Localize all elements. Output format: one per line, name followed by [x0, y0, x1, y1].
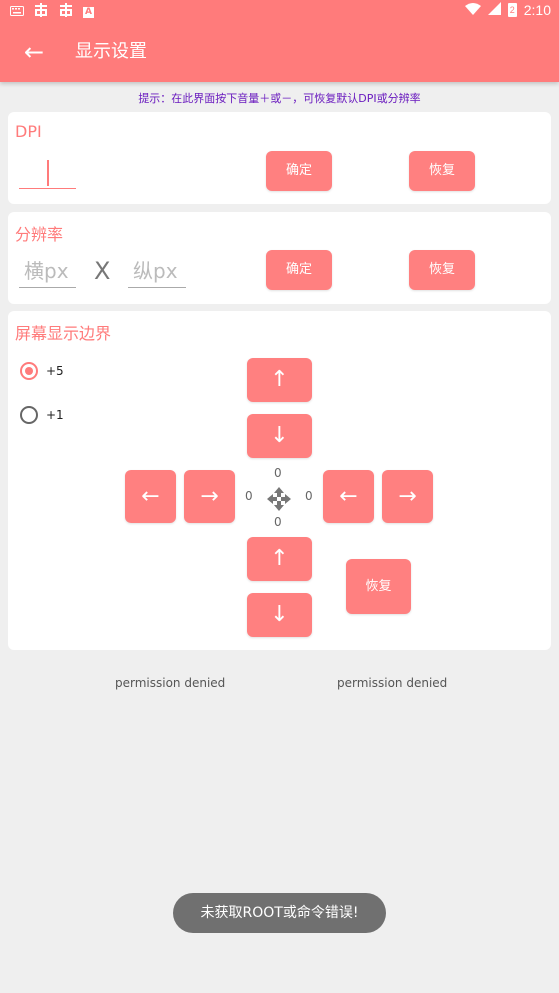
text-cursor: [47, 160, 49, 186]
move-icon: [265, 485, 293, 513]
bottom-up-button[interactable]: ↑: [247, 537, 312, 581]
permission-status-right: permission denied: [337, 676, 448, 690]
back-button[interactable]: ←: [20, 38, 48, 66]
right-right-button[interactable]: →: [382, 470, 433, 523]
boundary-reset-button[interactable]: 恢复: [346, 559, 411, 614]
status-time: 2:10: [523, 2, 551, 18]
dpi-reset-button[interactable]: 恢复: [409, 151, 475, 191]
bottom-value: 0: [274, 515, 282, 529]
notification-app-icon: [33, 3, 49, 21]
top-value: 0: [274, 466, 282, 480]
top-up-button[interactable]: ↑: [247, 358, 312, 402]
dpi-title: DPI: [15, 122, 42, 141]
width-input[interactable]: 横px: [19, 254, 76, 288]
option-label: +5: [46, 364, 64, 378]
signal-icon: [487, 2, 501, 18]
option-label: +1: [46, 408, 64, 422]
top-down-button[interactable]: ↓: [247, 414, 312, 458]
radio-unchecked-icon: [20, 406, 38, 424]
dpi-input[interactable]: [19, 150, 76, 189]
boundary-title: 屏幕显示边界: [15, 324, 112, 343]
status-bar: A 2 2:10: [0, 0, 559, 24]
hint-text: 提示：在此界面按下音量＋或－，可恢复默认DPI或分辨率: [138, 92, 421, 105]
left-value: 0: [245, 489, 253, 503]
option-plus5[interactable]: +5: [20, 362, 64, 380]
toast-message: 未获取ROOT或命令错误!: [173, 893, 386, 933]
radio-checked-icon: [20, 362, 38, 380]
height-input[interactable]: 纵px: [128, 254, 186, 288]
permission-status-left: permission denied: [115, 676, 226, 690]
left-right-button[interactable]: →: [184, 470, 235, 523]
right-left-button[interactable]: ←: [323, 470, 374, 523]
bottom-down-button[interactable]: ↓: [247, 593, 312, 637]
dpi-card: DPI 确定 恢复: [8, 112, 551, 204]
left-left-button[interactable]: ←: [125, 470, 176, 523]
resolution-card: 分辨率 横px X 纵px 确定 恢复: [8, 212, 551, 304]
wifi-icon: [464, 2, 481, 18]
dpi-confirm-button[interactable]: 确定: [266, 151, 332, 191]
option-plus1[interactable]: +1: [20, 406, 64, 424]
keyboard-icon: [10, 5, 24, 20]
right-value: 0: [305, 489, 313, 503]
resolution-confirm-button[interactable]: 确定: [266, 250, 332, 290]
resolution-separator: X: [94, 257, 111, 285]
notification-app-icon: [58, 3, 74, 21]
resolution-title: 分辨率: [15, 225, 64, 244]
boundary-card: 屏幕显示边界 +5 +1 ↑ ↓ ← → 0 0 0 0 ← → ↑ ↓ 恢复: [8, 311, 551, 650]
page-title: 显示设置: [75, 41, 147, 62]
app-bar: A 2 2:10 ← 显示设置: [0, 0, 559, 82]
resolution-reset-button[interactable]: 恢复: [409, 250, 475, 290]
battery-icon: 2: [507, 3, 517, 17]
notification-badge-icon: A: [83, 6, 94, 18]
